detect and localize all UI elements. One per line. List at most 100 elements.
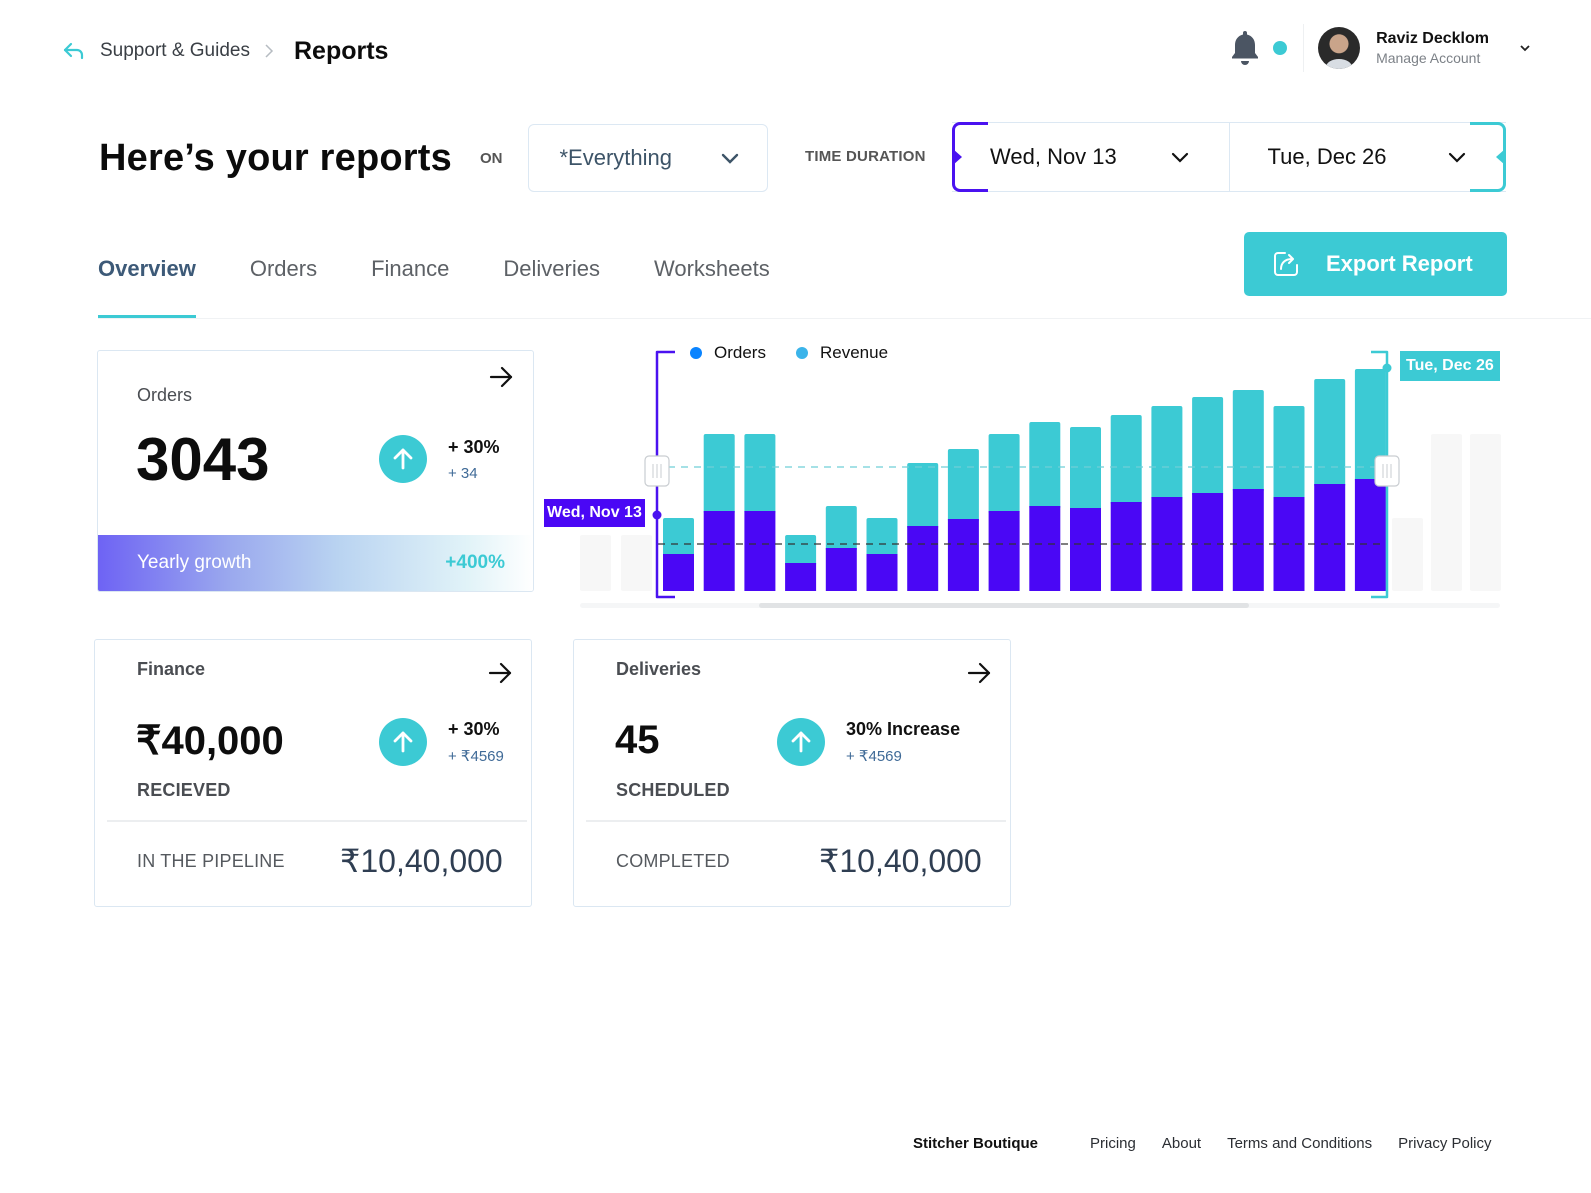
deliveries-card-title: Deliveries [616,659,702,679]
report-filter-row: Here’s your reports ON *Everything [99,124,769,192]
revenue-bar [1314,379,1346,487]
footer-link-terms[interactable]: Terms and Conditions [1227,1135,1372,1152]
tab-orders[interactable]: Orders [250,250,317,318]
revenue-bar [866,518,898,557]
orders-bar [1314,484,1346,591]
finance-card-title: Finance [137,659,206,679]
legend-dot-revenue [795,347,808,359]
range-end-notch [1496,149,1505,165]
orders-bar [866,554,898,591]
orders-bar [703,511,735,591]
orders-delta-percent: + 30% [448,437,500,457]
tab-deliveries[interactable]: Deliveries [503,250,600,318]
arrow-right-icon[interactable] [487,660,513,686]
card-divider [586,820,1006,822]
report-tabs: Overview Orders Finance Deliveries Works… [98,250,824,320]
revenue-bar [1029,422,1061,509]
revenue-bar [988,434,1020,514]
revenue-bar [1192,397,1224,496]
time-duration-label: TIME DURATION [805,148,926,165]
orders-bar [947,519,979,591]
revenue-bar [1070,427,1101,511]
orders-bar [825,548,857,591]
chevron-down-icon [722,153,739,164]
manage-account-link[interactable]: Manage Account [1376,50,1489,66]
ghost-bar [1470,434,1501,591]
user-name: Raviz Decklom [1376,30,1489,47]
finance-delta-percent: + 30% [448,719,500,739]
footer-link-privacy[interactable]: Privacy Policy [1398,1135,1491,1152]
footer-link-about[interactable]: About [1162,1135,1201,1152]
export-report-button[interactable]: Export Report [1244,232,1507,296]
breadcrumb-parent-link[interactable]: Support & Guides [100,40,250,62]
yearly-growth-label: Yearly growth [137,552,252,573]
range-end-dot [1382,363,1392,373]
footer: Stitcher Boutique Pricing About Terms an… [913,1135,1492,1152]
divider [1303,24,1305,72]
revenue-bar [785,535,817,566]
end-date-select[interactable]: Tue, Dec 26 [1228,122,1507,192]
orders-bar [1354,479,1386,591]
user-info[interactable]: Raviz Decklom Manage Account [1376,30,1489,66]
deliveries-card[interactable]: Deliveries 45 SCHEDULED 30% Increase + ₹… [573,639,1011,907]
avatar[interactable] [1318,27,1361,69]
finance-value-label: RECIEVED [137,780,231,800]
trend-up-badge [777,718,825,766]
chevron-right-icon [265,44,274,58]
legend-label-revenue: Revenue [819,343,889,362]
legend-item-revenue[interactable]: Revenue [795,343,889,363]
legend-item-orders[interactable]: Orders [690,343,766,363]
arrow-right-icon[interactable] [488,364,514,390]
range-start-notch [953,149,962,165]
completed-label: COMPLETED [616,851,730,871]
start-date-select[interactable]: Wed, Nov 13 [952,122,1229,192]
ghost-bar [1431,434,1462,591]
notification-dot [1273,41,1288,55]
page-title: Here’s your reports [99,136,452,179]
orders-bar [785,563,817,591]
orders-delta-absolute: + 34 [448,465,478,482]
legend-label-orders: Orders [714,343,766,362]
export-report-label: Export Report [1326,251,1473,276]
revenue-bar [1273,406,1305,500]
revenue-bar [663,518,694,557]
back-arrow-icon[interactable] [62,39,86,63]
chevron-down-icon [1171,152,1188,163]
orders-bar [744,511,776,591]
yearly-growth-value: +400% [445,552,505,573]
footer-brand: Stitcher Boutique [913,1135,1039,1152]
orders-bar [1110,502,1142,591]
tab-worksheets[interactable]: Worksheets [654,250,770,318]
finance-delta-absolute: + ₹4569 [448,748,504,765]
chart-scrollbar-thumb[interactable] [759,603,1249,608]
orders-bar [1192,493,1224,591]
user-area: Raviz Decklom Manage Account [1229,24,1531,72]
revenue-bar [1110,415,1142,505]
orders-card[interactable]: Orders 3043 + 30% + 34 Yearly growth +40… [97,350,534,592]
deliveries-delta-percent: 30% Increase [846,719,961,739]
pipeline-value: ₹10,40,000 [340,843,503,879]
breadcrumb: Support & Guides Reports [62,34,388,68]
revenue-bar [744,434,776,514]
arrow-up-icon [791,731,811,753]
footer-link-pricing[interactable]: Pricing [1090,1135,1136,1152]
deliveries-delta-absolute: + ₹4569 [846,748,902,765]
revenue-bar [703,434,735,514]
finance-card[interactable]: Finance ₹40,000 RECIEVED + 30% + ₹4569 I… [94,639,532,907]
range-start-tag: Wed, Nov 13 [544,499,645,527]
scope-select[interactable]: *Everything [528,124,769,192]
chart-canvas [580,350,1501,608]
tab-finance[interactable]: Finance [371,250,449,318]
export-icon [1274,252,1298,276]
orders-revenue-chart: Orders Revenue Wed, Nov 13 Tue, Dec 26 [540,335,1540,620]
orders-bar [1232,489,1264,591]
bell-icon[interactable] [1229,28,1261,68]
arrow-up-icon [393,731,413,753]
tab-overview[interactable]: Overview [98,250,196,318]
on-label: ON [479,149,503,167]
arrow-right-icon[interactable] [966,660,992,686]
chevron-down-icon[interactable] [1519,42,1531,54]
orders-bar [663,554,694,591]
ghost-bar [621,535,652,591]
tabs-divider [98,318,1591,319]
